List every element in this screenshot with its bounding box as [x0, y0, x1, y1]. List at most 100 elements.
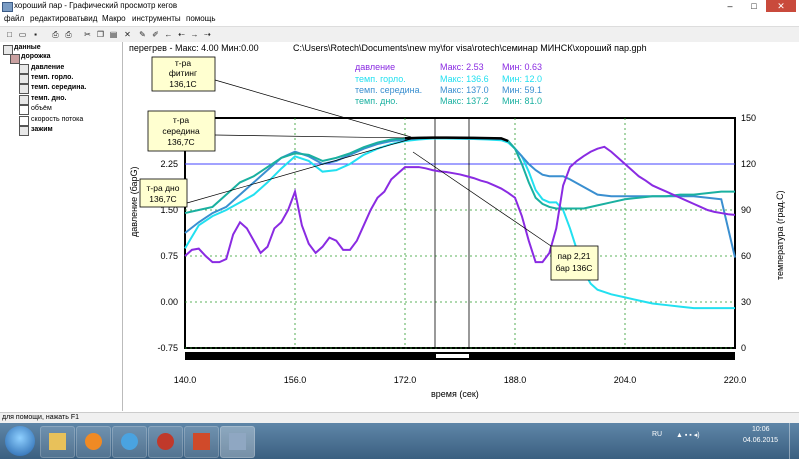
stats-legend: давление Макс: 2.53 Мин: 0.63 темп. горл… [355, 62, 542, 106]
y-tick-label: 0.75 [160, 251, 178, 261]
menu-edit[interactable]: редактировать [30, 14, 85, 23]
app-icon [157, 433, 174, 450]
annotation-text: 136,1С [169, 79, 196, 89]
x-axis: 140.0 156.0 172.0 188.0 204.0 220.0 [174, 375, 747, 385]
annotation-text: 136,7С [149, 194, 176, 204]
toolbar: □ ▭ ▪ ⎙ ⎙ ✂ ❐ ▤ ✕ ✎ ✐ ← ⇠ → ⇢ [0, 26, 799, 43]
print-icon[interactable]: ⎙ [63, 29, 74, 40]
track-icon [10, 54, 20, 64]
channel-icon [19, 95, 29, 105]
tray-icons[interactable]: ▲ ▪ ▪ ◂) [676, 431, 700, 439]
taskbar-ie[interactable] [112, 426, 147, 458]
taskbar-app[interactable] [148, 426, 183, 458]
stat-min: Мин: 81.0 [502, 96, 542, 106]
tree-item-pressure[interactable]: давление [31, 64, 64, 71]
start-button[interactable] [5, 426, 35, 456]
tree-item-temp-middle[interactable]: темп. середина. [31, 84, 86, 91]
print-preview-icon[interactable]: ⎙ [50, 29, 61, 40]
maximize-button[interactable]: □ [742, 0, 766, 12]
stat-max: Макс: 136.6 [440, 74, 489, 84]
arrow-right2-icon[interactable]: ⇢ [202, 29, 213, 40]
menu-help[interactable]: помощь [186, 14, 215, 23]
channel-icon [19, 74, 29, 84]
clock-date[interactable]: 04.06.2015 [743, 437, 778, 444]
pen-icon[interactable]: ✐ [150, 29, 161, 40]
channel-icon [19, 84, 29, 94]
overheat-text: перегрев - Макс: 4.00 Мин:0.00 [129, 43, 259, 53]
stat-max: Макс: 137.0 [440, 85, 489, 95]
x-tick-label: 204.0 [614, 375, 637, 385]
x-tick-label: 220.0 [724, 375, 747, 385]
taskbar-media[interactable] [76, 426, 111, 458]
annotation-text: пар 2,21 [558, 251, 591, 261]
data-tree: данные дорожка давление темп. горло. тем… [0, 42, 123, 411]
menu-macro[interactable]: Макро [102, 14, 126, 23]
annotation-text: т-ра дно [147, 183, 180, 193]
taskbar: RU ▲ ▪ ▪ ◂) 10:06 04.06.2015 [0, 423, 799, 459]
y2-tick-label: 150 [741, 113, 756, 123]
folder-icon [49, 433, 66, 450]
x-tick-label: 140.0 [174, 375, 197, 385]
stat-name: темп. середина. [355, 85, 422, 95]
tree-root[interactable]: данные [14, 44, 41, 51]
stat-min: Мин: 0.63 [502, 62, 542, 72]
taskbar-keg-viewer[interactable] [220, 426, 255, 458]
menu-tools[interactable]: инструменты [132, 14, 181, 23]
y2-axis-label: температура (град.C) [775, 190, 785, 280]
x-tick-label: 172.0 [394, 375, 417, 385]
stat-max: Макс: 137.2 [440, 96, 489, 106]
cut-icon[interactable]: ✂ [82, 29, 93, 40]
tree-item-temp-bottom[interactable]: темп. дно. [31, 95, 66, 102]
annotation-text: т-ра [175, 58, 191, 68]
delete-icon[interactable]: ✕ [122, 29, 133, 40]
annotation-text: бар 136С [556, 263, 593, 273]
language-indicator[interactable]: RU [652, 431, 662, 438]
stat-min: Мин: 12.0 [502, 74, 542, 84]
clock-time[interactable]: 10:06 [752, 426, 770, 433]
channel-icon [19, 126, 29, 136]
chart-area: перегрев - Макс: 4.00 Мин:0.00 C:\Users\… [123, 42, 799, 411]
tree-track[interactable]: дорожка [21, 53, 51, 60]
channel-empty-icon [19, 116, 29, 126]
y-axis-right: 0 30 60 90 120 150 [741, 113, 756, 353]
stat-name: давление [355, 62, 395, 72]
tree-item-volume[interactable]: объём [31, 105, 52, 112]
x-axis-label: время (сек) [431, 389, 479, 399]
y-tick-label: 0.00 [160, 297, 178, 307]
minimize-button[interactable]: – [718, 0, 742, 12]
y-tick-label: -0.75 [157, 343, 178, 353]
menu-view[interactable]: вид [84, 14, 97, 23]
y2-tick-label: 60 [741, 251, 751, 261]
arrow-left2-icon[interactable]: ⇠ [176, 29, 187, 40]
channel-empty-icon [19, 105, 29, 115]
menu-file[interactable]: файл [4, 14, 24, 23]
arrow-right-icon[interactable]: → [189, 29, 200, 40]
y2-tick-label: 90 [741, 205, 751, 215]
y-tick-label: 2.25 [160, 159, 178, 169]
taskbar-explorer[interactable] [40, 426, 75, 458]
file-path-text: C:\Users\Rotech\Documents\new my\for vis… [293, 43, 647, 53]
close-button[interactable]: ✕ [766, 0, 796, 12]
stat-name: темп. дно. [355, 96, 398, 106]
tree-item-temp-throat[interactable]: темп. горло. [31, 74, 73, 81]
edit-icon[interactable]: ✎ [137, 29, 148, 40]
open-icon[interactable]: ▭ [17, 29, 28, 40]
copy-icon[interactable]: ❐ [95, 29, 106, 40]
scrollbar-thumb[interactable] [436, 354, 469, 358]
show-desktop-button[interactable] [789, 423, 799, 459]
tree-item-flow[interactable]: скорость потока [31, 116, 83, 123]
plot-frame [184, 117, 736, 349]
stat-min: Мин: 59.1 [502, 85, 542, 95]
chart-svg: перегрев - Макс: 4.00 Мин:0.00 C:\Users\… [129, 43, 785, 399]
tree-item-clamp[interactable]: зажим [31, 126, 53, 133]
annotation-text: т-ра [173, 115, 189, 125]
annotation-text: середина [162, 126, 200, 136]
paste-icon[interactable]: ▤ [108, 29, 119, 40]
status-text: для помощи, нажать F1 [2, 414, 79, 421]
save-icon[interactable]: ▪ [30, 29, 41, 40]
new-icon[interactable]: □ [4, 29, 15, 40]
channel-icon [19, 64, 29, 74]
y2-tick-label: 30 [741, 297, 751, 307]
arrow-left-icon[interactable]: ← [163, 29, 174, 40]
taskbar-powerpoint[interactable] [184, 426, 219, 458]
